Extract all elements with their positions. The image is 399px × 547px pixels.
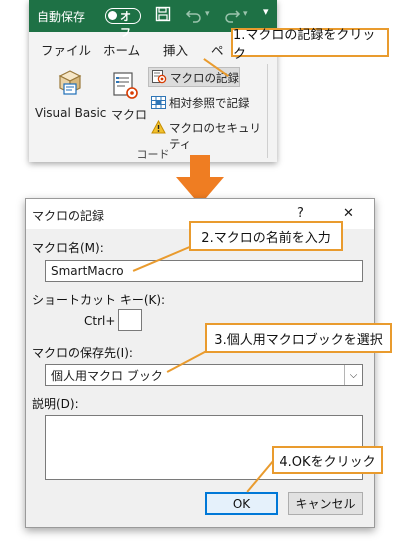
save-icon[interactable] [155,6,171,26]
callout-step-1: 1.マクロの記録をクリック [231,28,389,62]
macros-button[interactable]: マクロ [111,106,147,123]
callout-step-2: 2.マクロの名前を入力 [189,221,343,251]
shortcut-key-input[interactable] [118,309,142,331]
undo-icon[interactable] [185,7,203,26]
chevron-down-icon[interactable]: ⌵ [344,365,362,385]
macro-name-label: マクロ名(M): [32,241,104,255]
toggle-state-label: オフ [120,10,131,39]
record-macro-label: マクロの記録 [170,71,239,85]
ribbon-divider [267,64,268,158]
record-macro-icon [152,70,167,87]
store-macro-in-value: 個人用マクロ ブック [51,368,163,383]
relative-reference-button[interactable]: 相対参照で記録 [148,93,266,113]
tab-insert[interactable]: 挿入 [163,40,188,59]
shortcut-key-label: ショートカット キー(K): [32,293,166,307]
customize-toolbar-icon[interactable]: ▾ [263,5,269,18]
tab-page-layout[interactable]: ペ [211,40,224,59]
tab-file[interactable]: ファイル [41,40,91,59]
macro-name-input[interactable]: SmartMacro [45,260,363,282]
macro-security-button[interactable]: マクロのセキュリティ [148,118,266,151]
relative-reference-label: 相対参照で記録 [169,96,250,110]
undo-dropdown-icon[interactable]: ▾ [205,9,210,19]
store-macro-in-select[interactable]: 個人用マクロ ブック ⌵ [45,364,363,386]
warning-icon [151,119,166,137]
callout-step-4: 4.OKをクリック [272,446,383,474]
close-icon[interactable]: ✕ [343,206,354,221]
dialog-title: マクロの記録 [32,209,105,223]
redo-dropdown-icon[interactable]: ▾ [243,9,248,19]
visual-basic-icon[interactable] [55,68,85,103]
macros-icon[interactable] [113,72,139,103]
record-macro-button[interactable]: マクロの記録 [148,67,240,87]
cancel-button[interactable]: キャンセル [288,492,363,515]
ok-button[interactable]: OK [205,492,278,515]
store-macro-in-label: マクロの保存先(I): [32,346,133,360]
ctrl-prefix-label: Ctrl+ [84,314,116,328]
relative-reference-icon [151,96,166,113]
autosave-label: 自動保存 [37,10,86,24]
help-icon[interactable]: ? [297,206,304,221]
tab-home[interactable]: ホーム [103,40,140,59]
description-label: 説明(D): [32,397,79,411]
callout-step-3: 3.個人用マクロブックを選択 [205,323,392,353]
code-group-label: コード [136,148,170,161]
autosave-toggle[interactable]: オフ [105,8,141,39]
visual-basic-button[interactable]: Visual Basic [35,106,106,120]
